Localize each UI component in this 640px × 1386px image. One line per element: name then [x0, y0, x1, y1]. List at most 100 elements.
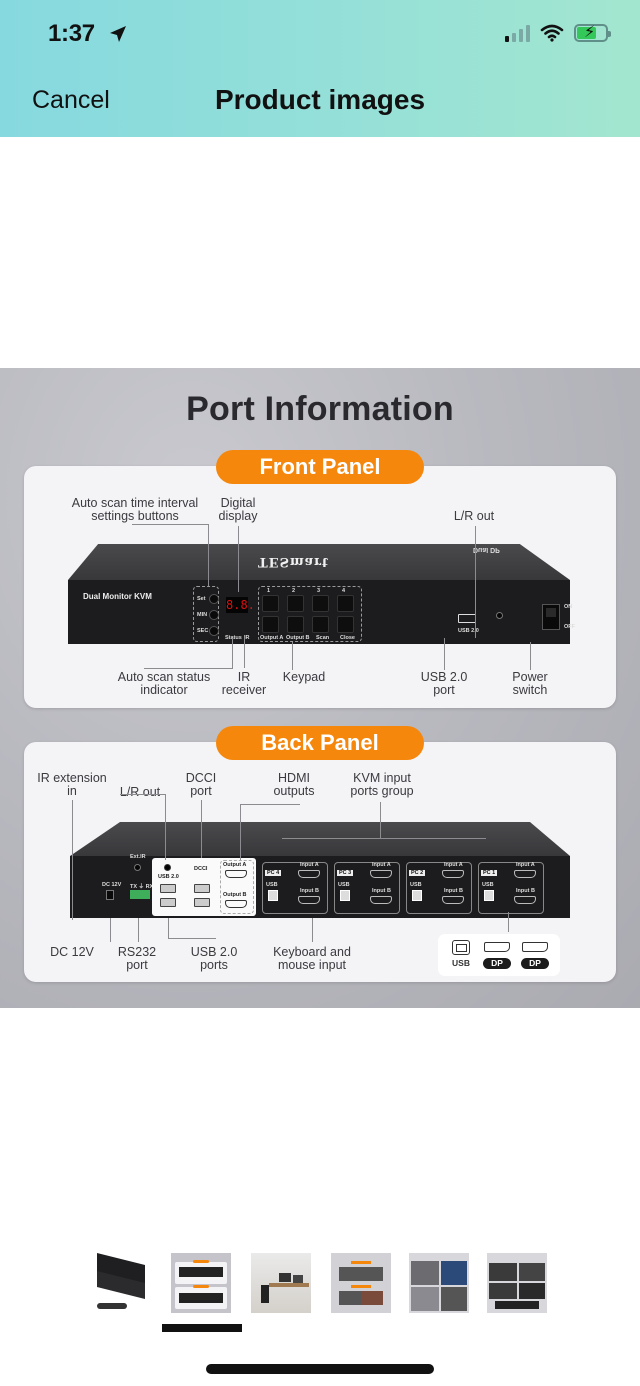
label-rs232: RS232 port: [117, 945, 157, 972]
output-b-label: Output B: [223, 892, 247, 898]
input-b-port: [442, 896, 464, 904]
front-panel-heading: Front Panel: [216, 450, 424, 484]
back-panel-heading: Back Panel: [216, 726, 424, 760]
label-power-switch: Power switch: [512, 670, 548, 697]
brand-logo: TESmart: [258, 554, 330, 569]
key-label: Output A: [260, 635, 284, 641]
front-device: TESmart Dual DP Dual Monitor KVM Set MIN…: [68, 544, 575, 648]
page-title: Product images: [214, 84, 426, 115]
on-label: ON: [564, 604, 573, 610]
usb20-label: USB 2.0: [158, 874, 179, 880]
input-b-label: Input B: [516, 888, 535, 894]
thumbnail[interactable]: [484, 1250, 550, 1316]
dcci-label: DCCI: [194, 866, 208, 872]
usb-b-port: [412, 890, 422, 901]
image-title: Port Information: [186, 390, 454, 428]
thumbnail[interactable]: [88, 1250, 154, 1316]
status-icons: ⚡: [505, 24, 611, 42]
label-lr-out-back: L/R out: [119, 785, 161, 799]
label-lr-out: L/R out: [453, 509, 495, 523]
input-b-port: [370, 896, 392, 904]
dc-label: DC 12V: [102, 882, 122, 888]
label-usb-port: USB 2.0 port: [420, 670, 468, 697]
input-a-label: Input A: [444, 862, 463, 868]
rs232-terminal: [130, 890, 150, 899]
thumbnail[interactable]: [406, 1250, 472, 1316]
legend-usb-label: USB: [452, 958, 470, 968]
thumbnail-strip: [0, 1250, 640, 1320]
usb-label: USB: [482, 882, 494, 888]
home-indicator[interactable]: [206, 1364, 434, 1374]
header: 1:37 ⚡ Cancel Product images: [0, 0, 640, 137]
label-ir-receiver: IR receiver: [221, 670, 267, 697]
label-keypad: Keypad: [282, 670, 326, 684]
off-label: OFF: [564, 624, 575, 630]
usb-b-port: [340, 890, 350, 901]
port-legend: USB DP DP: [438, 934, 560, 976]
key-label: Close: [340, 635, 355, 641]
usb-label: USB: [338, 882, 350, 888]
wifi-icon: [540, 24, 564, 42]
audio-jack: [496, 612, 503, 619]
input-a-label: Input A: [516, 862, 535, 868]
input-b-port: [514, 896, 536, 904]
digital-display: 8.8.: [226, 597, 255, 613]
label-ir-ext: IR extension in: [37, 771, 107, 798]
usb-b-icon: [452, 940, 470, 955]
label-auto-scan-buttons: Auto scan time interval settings buttons: [71, 496, 199, 523]
label-usb-ports: USB 2.0 ports: [190, 945, 238, 972]
selected-thumbnail-indicator: [162, 1324, 242, 1332]
input-b-label: Input B: [300, 888, 319, 894]
back-panel-card: Back Panel IR extension in L/R out DCCI …: [24, 726, 616, 982]
displayport-icon: [484, 942, 510, 952]
pc-label: PC 1: [481, 870, 498, 876]
input-b-label: Input B: [372, 888, 391, 894]
input-b-port: [298, 896, 320, 904]
label-hdmi-outputs: HDMI outputs: [273, 771, 315, 798]
output-b-port: [225, 900, 247, 908]
usb-label: USB: [410, 882, 422, 888]
dual-dp-print: Dual DP: [473, 546, 500, 553]
input-a-port: [514, 870, 536, 878]
label-dcci: DCCI port: [185, 771, 217, 798]
input-b-label: Input B: [444, 888, 463, 894]
input-a-port: [442, 870, 464, 878]
thumbnail[interactable]: [328, 1250, 394, 1316]
usb-label: USB: [266, 882, 278, 888]
key-label: 3: [317, 588, 321, 594]
usb-b-port: [484, 890, 494, 901]
product-image[interactable]: Port Information Front Panel Auto scan t…: [0, 368, 640, 1008]
sec-label: SEC: [197, 628, 209, 634]
battery-charging-icon: ⚡: [574, 24, 611, 42]
label-auto-scan-status: Auto scan status indicator: [117, 670, 211, 697]
input-a-port: [298, 870, 320, 878]
input-a-port: [370, 870, 392, 878]
thumbnail[interactable]: [248, 1250, 314, 1316]
usb-b-port: [268, 890, 278, 901]
device-name: Dual Monitor KVM: [83, 592, 152, 601]
back-device: Ext.IR DC 12V TX ⏚ RX USB 2.0 DCCI Outpu…: [70, 822, 570, 922]
pc-label: PC 2: [409, 870, 426, 876]
cellular-signal-icon: [505, 24, 530, 42]
set-button: [209, 594, 219, 604]
key-label: Output B: [286, 635, 310, 641]
legend-dp-label: DP: [521, 958, 549, 969]
power-switch: [542, 604, 560, 630]
front-panel-card: Front Panel Auto scan time interval sett…: [24, 450, 616, 708]
legend-dp-label: DP: [483, 958, 511, 969]
ext-ir-label: Ext.IR: [130, 854, 146, 860]
displayport-icon: [522, 942, 548, 952]
rs232-label: TX ⏚ RX: [130, 884, 154, 890]
sec-button: [209, 626, 219, 636]
label-digital-display: Digital display: [218, 496, 258, 523]
front-usb-port: [458, 614, 476, 623]
status-label: Status: [225, 635, 242, 641]
output-a-label: Output A: [223, 862, 247, 868]
status-time: 1:37: [48, 20, 95, 47]
output-a-port: [225, 870, 247, 878]
key-label: 2: [292, 588, 296, 594]
label-kvm-group: KVM input ports group: [350, 771, 414, 798]
set-label: Set: [197, 596, 206, 602]
thumbnail-selected[interactable]: [168, 1250, 234, 1316]
min-label: MIN: [197, 612, 208, 618]
